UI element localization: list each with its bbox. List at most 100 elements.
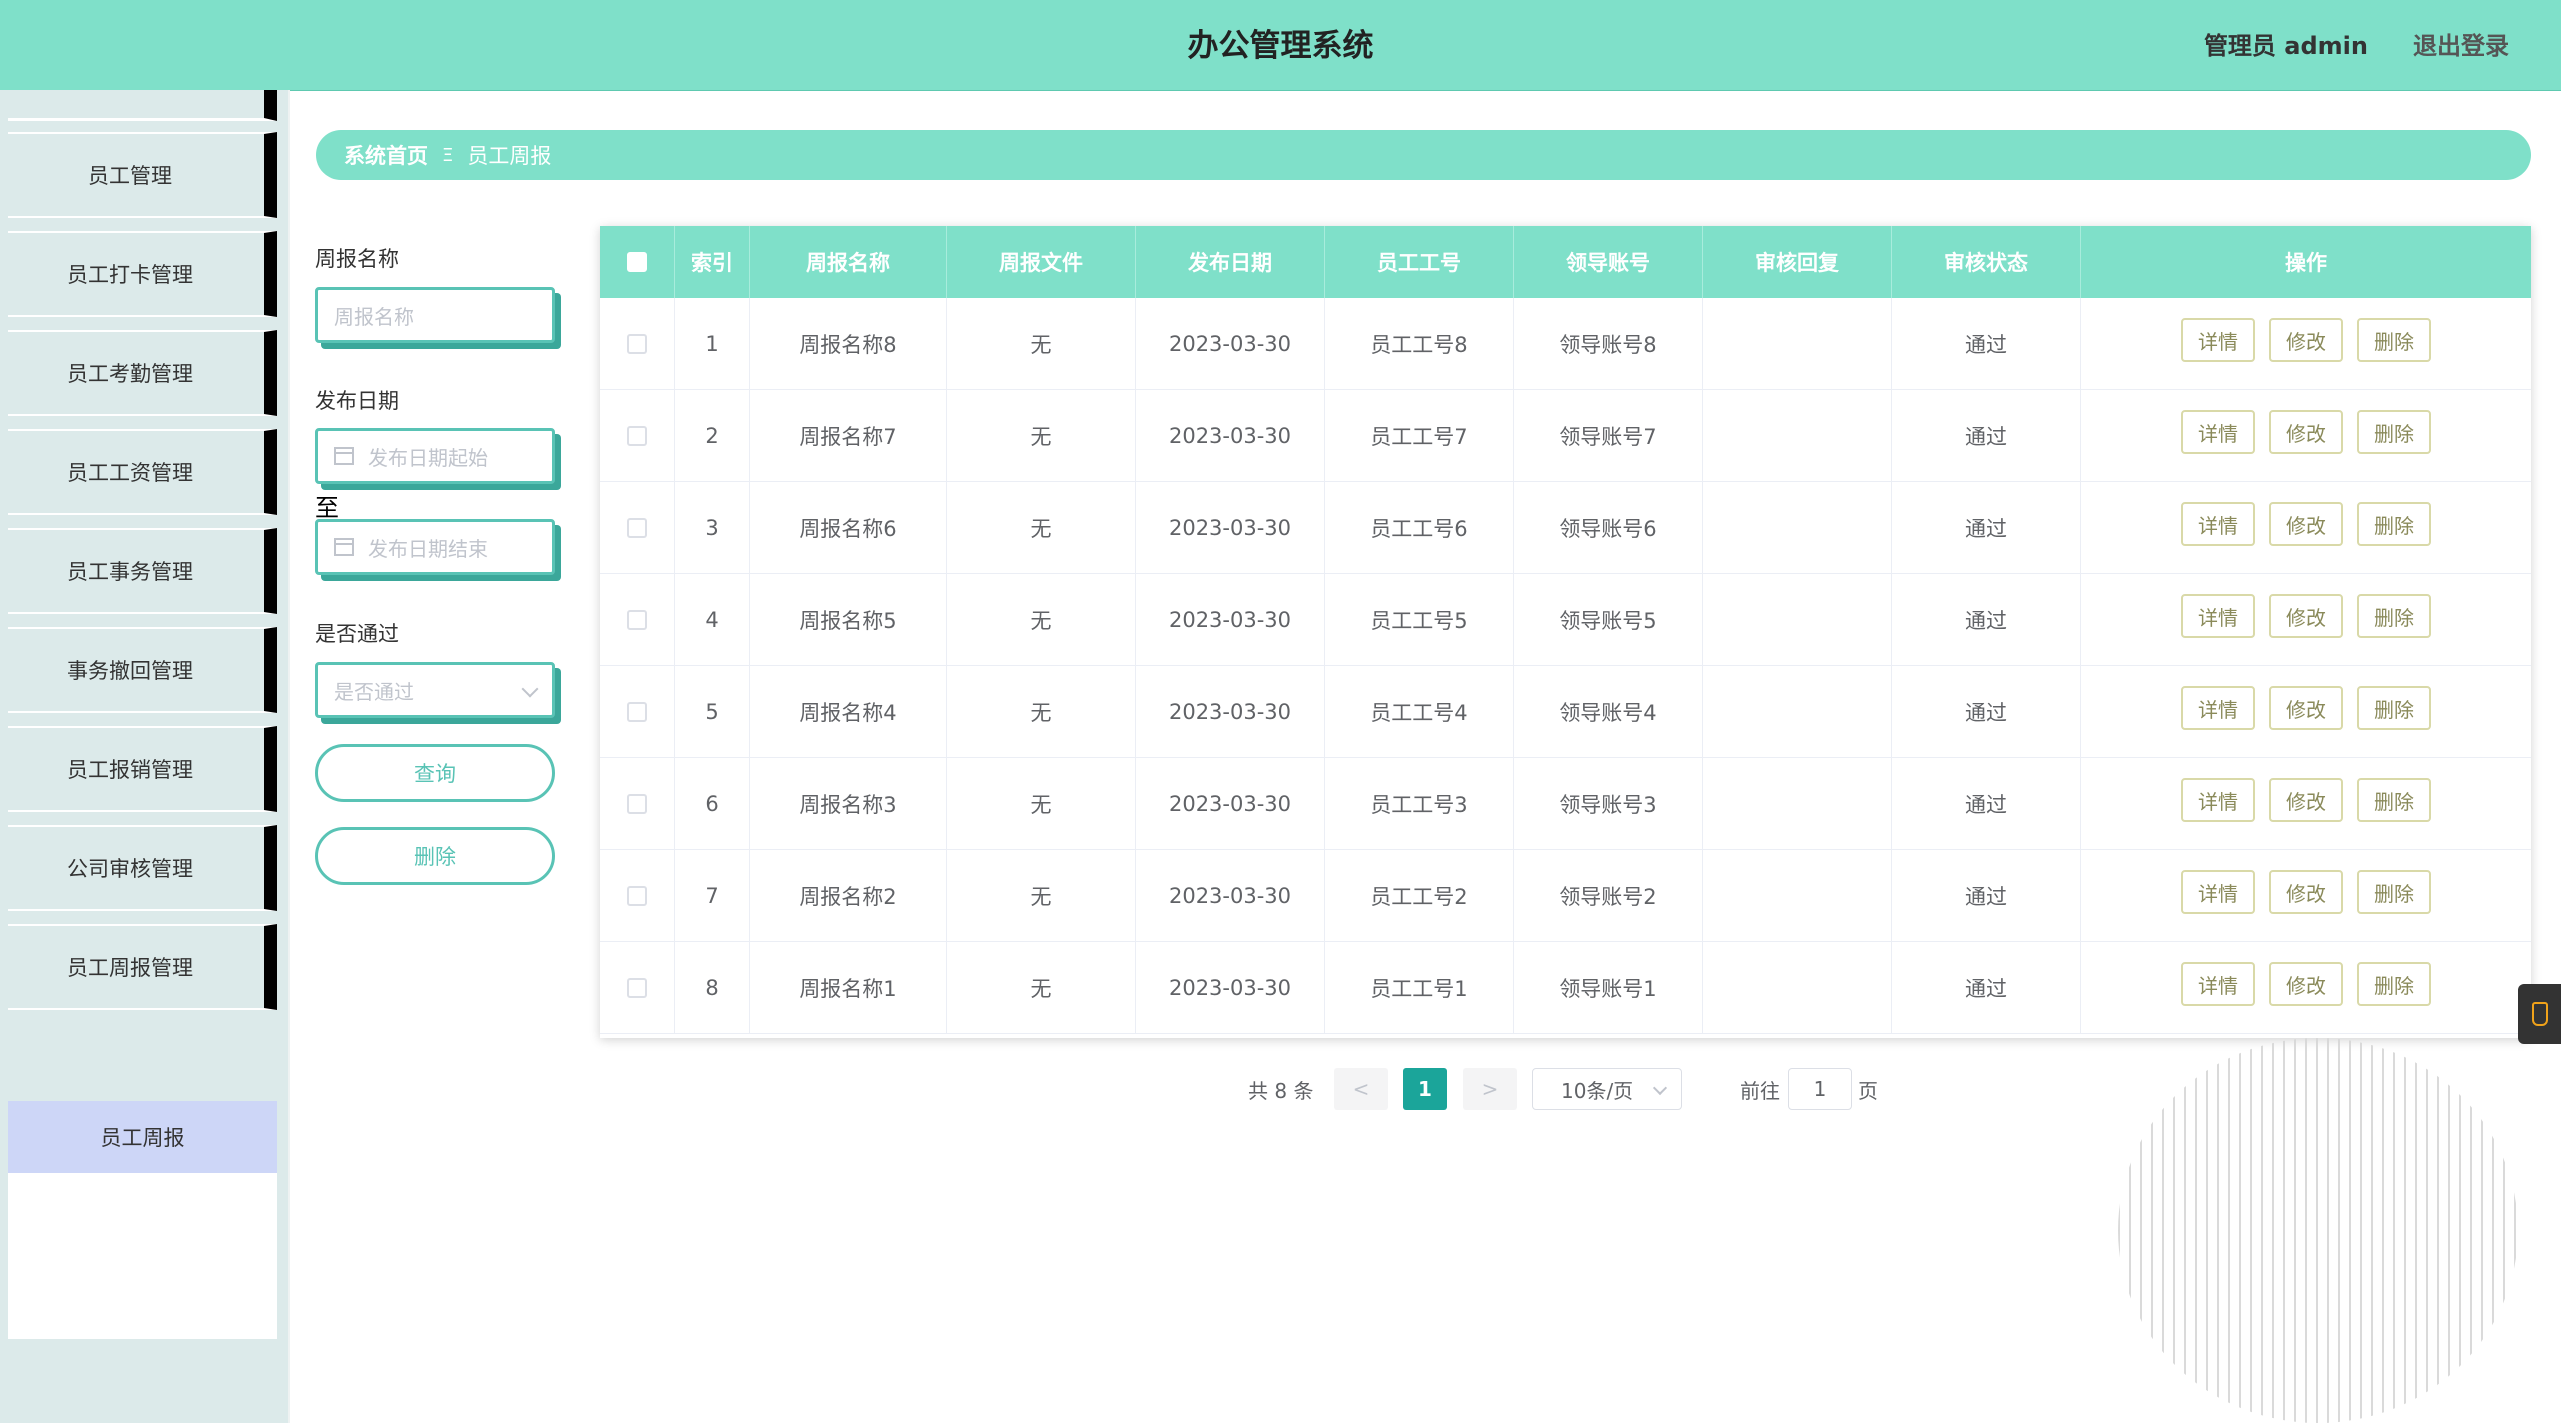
cell-actions: 详情 修改 删除: [2081, 850, 2531, 942]
column-header-file[interactable]: 周报文件: [947, 226, 1136, 298]
column-header-index[interactable]: 索引: [675, 226, 750, 298]
page-size-select[interactable]: 10条/页: [1532, 1068, 1682, 1110]
edit-button[interactable]: 修改: [2269, 686, 2343, 730]
delete-button[interactable]: 删除: [2357, 410, 2431, 454]
publish-date-start-input[interactable]: 发布日期起始: [315, 428, 555, 484]
logout-button[interactable]: 退出登录: [2413, 0, 2509, 90]
delete-button[interactable]: 删除: [2357, 962, 2431, 1006]
detail-button[interactable]: 详情: [2181, 502, 2255, 546]
pagination-page-unit: 页: [1858, 1078, 1878, 1103]
cell-actions: 详情 修改 删除: [2081, 298, 2531, 390]
cell-review-status: 通过: [1892, 574, 2081, 666]
publish-date-end-input[interactable]: 发布日期结束: [315, 519, 555, 575]
column-header-name[interactable]: 周报名称: [750, 226, 947, 298]
cell-actions: 详情 修改 删除: [2081, 390, 2531, 482]
cell-actions: 详情 修改 删除: [2081, 758, 2531, 850]
row-checkbox[interactable]: [627, 702, 647, 722]
sidebar-item-affair-withdraw[interactable]: 事务撤回管理: [8, 627, 277, 713]
cell-review-reply: [1703, 942, 1892, 1034]
sidebar-item-weekly-report[interactable]: 员工周报管理: [8, 924, 277, 1010]
sidebar-item-salary[interactable]: 员工工资管理: [8, 429, 277, 515]
column-header-employee-no[interactable]: 员工工号: [1325, 226, 1514, 298]
pagination-goto-input[interactable]: 1: [1788, 1068, 1852, 1110]
detail-button[interactable]: 详情: [2181, 594, 2255, 638]
detail-button[interactable]: 详情: [2181, 778, 2255, 822]
edit-button[interactable]: 修改: [2269, 870, 2343, 914]
delete-button[interactable]: 删除: [2357, 502, 2431, 546]
edit-button[interactable]: 修改: [2269, 594, 2343, 638]
delete-button[interactable]: 删除: [2357, 594, 2431, 638]
cell-select: [600, 666, 675, 758]
row-checkbox[interactable]: [627, 610, 647, 630]
publish-date-end-placeholder: 发布日期结束: [368, 536, 488, 561]
cell-review-reply: [1703, 574, 1892, 666]
breadcrumb-home[interactable]: 系统首页: [344, 140, 428, 170]
cell-leader-account: 领导账号1: [1514, 942, 1703, 1034]
row-checkbox[interactable]: [627, 334, 647, 354]
cell-report-name: 周报名称8: [750, 298, 947, 390]
pagination-current-page[interactable]: 1: [1403, 1068, 1447, 1110]
sidebar-item-clock-in[interactable]: 员工打卡管理: [8, 231, 277, 317]
delete-button[interactable]: 删除: [2357, 778, 2431, 822]
chevron-down-icon: [1652, 1080, 1668, 1096]
column-header-date[interactable]: 发布日期: [1136, 226, 1325, 298]
floating-side-tool[interactable]: [2518, 984, 2561, 1044]
detail-button[interactable]: 详情: [2181, 686, 2255, 730]
sidebar-subitem-weekly-report[interactable]: 员工周报: [8, 1101, 277, 1173]
edit-button[interactable]: 修改: [2269, 502, 2343, 546]
query-button[interactable]: 查询: [315, 744, 555, 802]
cell-employee-no: 员工工号8: [1325, 298, 1514, 390]
row-checkbox[interactable]: [627, 978, 647, 998]
table-row: 7 周报名称2 无 2023-03-30 员工工号2 领导账号2 通过 详情 修改 删除: [600, 850, 2531, 942]
detail-button[interactable]: 详情: [2181, 962, 2255, 1006]
row-checkbox[interactable]: [627, 886, 647, 906]
select-all-checkbox[interactable]: [627, 252, 647, 272]
cell-publish-date: 2023-03-30: [1136, 574, 1325, 666]
cell-review-reply: [1703, 482, 1892, 574]
report-name-input[interactable]: 周报名称: [315, 287, 555, 343]
calendar-icon: [334, 447, 354, 465]
edit-button[interactable]: 修改: [2269, 318, 2343, 362]
sidebar-item-label: 员工管理: [88, 164, 172, 188]
batch-delete-button[interactable]: 删除: [315, 827, 555, 885]
sidebar: 员工管理 员工打卡管理 员工考勤管理 员工工资管理 员工事务管理 事务撤回管理 …: [0, 90, 288, 1423]
row-checkbox[interactable]: [627, 794, 647, 814]
cell-report-file: 无: [947, 390, 1136, 482]
cell-report-file: 无: [947, 666, 1136, 758]
sidebar-item-attendance[interactable]: 员工考勤管理: [8, 330, 277, 416]
cell-publish-date: 2023-03-30: [1136, 942, 1325, 1034]
edit-button[interactable]: 修改: [2269, 410, 2343, 454]
pagination-next-button[interactable]: >: [1463, 1068, 1517, 1110]
cell-actions: 详情 修改 删除: [2081, 942, 2531, 1034]
pass-status-select[interactable]: 是否通过: [315, 662, 555, 718]
sidebar-item-affairs[interactable]: 员工事务管理: [8, 528, 277, 614]
cell-report-name: 周报名称2: [750, 850, 947, 942]
sidebar-item-employee[interactable]: 员工管理: [8, 132, 277, 218]
delete-button[interactable]: 删除: [2357, 870, 2431, 914]
column-header-review-status[interactable]: 审核状态: [1892, 226, 2081, 298]
row-checkbox[interactable]: [627, 518, 647, 538]
delete-button[interactable]: 删除: [2357, 318, 2431, 362]
detail-button[interactable]: 详情: [2181, 318, 2255, 362]
delete-button[interactable]: 删除: [2357, 686, 2431, 730]
column-header-review-reply[interactable]: 审核回复: [1703, 226, 1892, 298]
cell-review-reply: [1703, 850, 1892, 942]
pagination-prev-button[interactable]: <: [1334, 1068, 1388, 1110]
select-all-cell: [600, 226, 675, 298]
detail-button[interactable]: 详情: [2181, 410, 2255, 454]
cell-report-file: 无: [947, 850, 1136, 942]
sidebar-item-label: 员工报销管理: [67, 758, 193, 782]
sidebar-item-company-review[interactable]: 公司审核管理: [8, 825, 277, 911]
cell-report-name: 周报名称6: [750, 482, 947, 574]
cell-select: [600, 942, 675, 1034]
edit-button[interactable]: 修改: [2269, 962, 2343, 1006]
cell-index: 7: [675, 850, 750, 942]
row-checkbox[interactable]: [627, 426, 647, 446]
detail-button[interactable]: 详情: [2181, 870, 2255, 914]
cell-leader-account: 领导账号4: [1514, 666, 1703, 758]
cell-select: [600, 850, 675, 942]
column-header-leader-account[interactable]: 领导账号: [1514, 226, 1703, 298]
breadcrumb: 系统首页 Ξ 员工周报: [316, 130, 2531, 180]
edit-button[interactable]: 修改: [2269, 778, 2343, 822]
sidebar-item-reimbursement[interactable]: 员工报销管理: [8, 726, 277, 812]
